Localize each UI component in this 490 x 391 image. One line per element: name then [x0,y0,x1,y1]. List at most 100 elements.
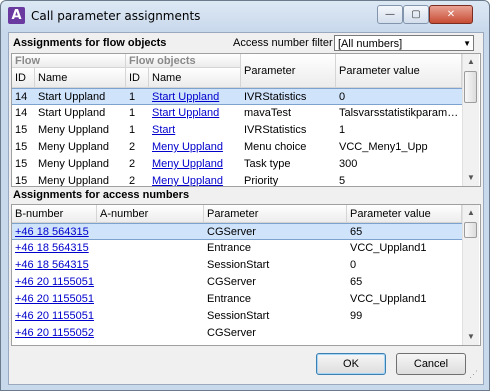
cell-flow-name: Meny Uppland [38,175,109,187]
cell-a-number [97,224,204,241]
flow-object-link[interactable]: Start Uppland [149,89,241,106]
cell-parameter: CGServer [207,226,256,238]
cell-parameter-value: VCC_Uppland1 [350,293,427,305]
flow-object-link[interactable]: Meny Uppland [149,156,241,173]
cell-object-id: 1 [129,91,136,103]
cell-flow-id: 15 [15,175,28,187]
cell-a-number [97,325,204,342]
cell-parameter-value: 65 [350,276,363,288]
table-row[interactable]: +46 20 1155051 Entrance VCC_Uppland1 [12,291,462,308]
cell-parameter: IVRStatistics [244,124,307,136]
flow-object-link[interactable]: Meny Uppland [149,139,241,156]
table-row[interactable]: +46 20 1155051 CGServer 65 [12,274,462,291]
table-row[interactable]: +46 20 1155052 CGServer [12,325,462,342]
cell-parameter-value: 300 [339,158,358,170]
access-number-filter-select[interactable]: [All numbers] ▼ [334,35,474,51]
cell-a-number [97,308,204,325]
cell-flow-name: Start Uppland [38,91,106,103]
scroll-up-icon[interactable]: ▲ [463,54,479,70]
flow-objects-grid[interactable]: Flow Flow objects Parameter Parameter va… [11,53,481,187]
cell-parameter-value: VCC_Uppland1 [350,242,427,254]
b-number-link[interactable]: +46 20 1155051 [12,308,97,325]
table-row[interactable]: 15 Meny Uppland 2 Meny Uppland Menu choi… [12,139,462,156]
cancel-button[interactable]: Cancel [396,353,466,375]
flow-object-link[interactable]: Start [149,122,241,139]
b-number-link[interactable]: +46 18 564315 [12,224,97,241]
col-header-b-number[interactable]: B-number [12,205,97,223]
scroll-thumb[interactable] [464,71,477,103]
cell-parameter-value: 5 [339,175,346,187]
cell-parameter-value: VCC_Meny1_Upp [339,141,428,153]
cell-flow-id: 14 [15,107,28,119]
cell-object-id: 1 [129,124,136,136]
cell-parameter: SessionStart [207,310,270,322]
col-header-parameter[interactable]: Parameter [204,205,347,223]
table-row[interactable]: 15 Meny Uppland 2 Meny Uppland Task type… [12,156,462,173]
cell-parameter: Entrance [207,293,252,305]
flow-section-title: Assignments for flow objects [13,37,167,49]
col-header-flow-id[interactable]: ID [12,68,35,88]
scroll-thumb[interactable] [464,222,477,238]
scroll-up-icon[interactable]: ▲ [463,205,479,221]
table-row[interactable]: 14 Start Uppland 1 Start Uppland IVRStat… [12,88,462,105]
table-row[interactable]: +46 18 564315 Entrance VCC_Uppland1 [12,240,462,257]
flow-grid-scrollbar[interactable]: ▲ ▼ [462,54,479,186]
cell-parameter-value: 0 [339,91,346,103]
cell-flow-id: 15 [15,158,28,170]
cell-parameter: SessionStart [207,259,270,271]
b-number-link[interactable]: +46 18 564315 [12,257,97,274]
cell-object-id: 1 [129,107,136,119]
resize-grip-icon[interactable]: ⋰ [469,369,478,380]
col-header-parameter-value[interactable]: Parameter value [347,205,462,223]
group-header-flow-objects: Flow objects [126,54,241,68]
cell-parameter: Task type [244,158,291,170]
table-row[interactable]: +46 18 564315 CGServer 65 [12,223,462,240]
window-title: Call parameter assignments [31,9,201,23]
cell-flow-id: 14 [15,91,28,103]
b-number-link[interactable]: +46 20 1155051 [12,291,97,308]
flow-object-link[interactable]: Start Uppland [149,105,241,122]
title-bar[interactable]: A Call parameter assignments — ▢ ✕ [1,1,489,31]
scroll-down-icon[interactable]: ▼ [463,329,479,345]
col-header-a-number[interactable]: A-number [97,205,204,223]
dialog-body: Assignments for flow objects Access numb… [8,32,484,385]
ok-button[interactable]: OK [316,353,386,375]
col-header-flow-name[interactable]: Name [35,68,126,88]
cell-flow-name: Meny Uppland [38,141,109,153]
col-header-object-id[interactable]: ID [126,68,149,88]
cell-parameter-value [347,325,462,342]
b-number-link[interactable]: +46 20 1155051 [12,274,97,291]
cell-parameter: Entrance [207,242,252,254]
cell-object-id: 2 [129,158,136,170]
access-grid-scrollbar[interactable]: ▲ ▼ [462,205,479,345]
flow-object-link[interactable]: Meny Uppland [149,173,241,186]
maximize-button[interactable]: ▢ [403,5,429,24]
col-header-parameter[interactable]: Parameter [241,54,336,88]
cell-flow-name: Meny Uppland [38,124,109,136]
col-header-object-name[interactable]: Name [149,68,241,88]
table-row[interactable]: +46 20 1155051 SessionStart 99 [12,308,462,325]
cell-parameter: mavaTest [244,107,292,119]
cell-parameter: IVRStatistics [244,91,307,103]
scroll-down-icon[interactable]: ▼ [463,170,479,186]
cell-object-id: 2 [129,175,136,187]
table-row[interactable]: 15 Meny Uppland 2 Meny Uppland Priority … [12,173,462,187]
access-number-filter-label: Access number filter [233,37,333,49]
app-icon: A [8,7,25,24]
cell-a-number [97,240,204,257]
cell-parameter: Priority [244,175,279,187]
cell-parameter: Menu choice [244,141,307,153]
b-number-link[interactable]: +46 18 564315 [12,240,97,257]
minimize-button[interactable]: — [377,5,403,24]
cell-parameter-value: 65 [350,226,363,238]
cell-flow-id: 15 [15,124,28,136]
table-row[interactable]: 15 Meny Uppland 1 Start IVRStatistics 1 [12,122,462,139]
filter-selected-value: [All numbers] [338,38,403,50]
b-number-link[interactable]: +46 20 1155052 [12,325,97,342]
close-button[interactable]: ✕ [429,5,473,24]
table-row[interactable]: 14 Start Uppland 1 Start Uppland mavaTes… [12,105,462,122]
cell-parameter-value: 0 [350,259,357,271]
table-row[interactable]: +46 18 564315 SessionStart 0 [12,257,462,274]
col-header-parameter-value[interactable]: Parameter value [336,54,462,88]
access-numbers-grid[interactable]: B-number A-number Parameter Parameter va… [11,204,481,346]
